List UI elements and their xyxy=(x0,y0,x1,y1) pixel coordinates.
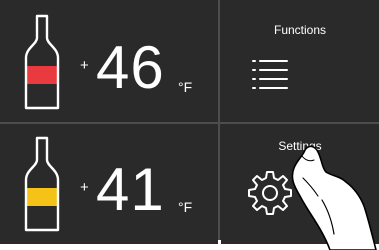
upper-zone-tile[interactable]: + 46 °F xyxy=(0,0,218,120)
settings-button[interactable]: Settings xyxy=(221,124,379,244)
temperature-value: 41 xyxy=(96,156,165,223)
control-panel: + 46 °F Functions + 41 °F Settings xyxy=(0,0,379,244)
temperature-unit: °F xyxy=(178,79,193,95)
temp-sign: + xyxy=(80,57,89,74)
menu-icon xyxy=(252,60,288,89)
temp-sign: + xyxy=(80,179,89,196)
temperature-value: 46 xyxy=(96,34,165,101)
gear-icon xyxy=(248,171,292,215)
settings-label: Settings xyxy=(278,139,322,153)
temperature-unit: °F xyxy=(178,199,193,215)
wine-bottle-icon xyxy=(24,136,60,232)
vertical-divider xyxy=(218,0,220,240)
bottle-fill xyxy=(26,66,58,84)
functions-button[interactable]: Functions xyxy=(221,0,379,120)
horizontal-divider xyxy=(0,122,379,124)
wine-bottle-icon xyxy=(24,14,60,110)
functions-label: Functions xyxy=(273,23,327,37)
lower-zone-tile[interactable]: + 41 °F xyxy=(0,124,218,244)
bottle-fill xyxy=(26,188,58,206)
